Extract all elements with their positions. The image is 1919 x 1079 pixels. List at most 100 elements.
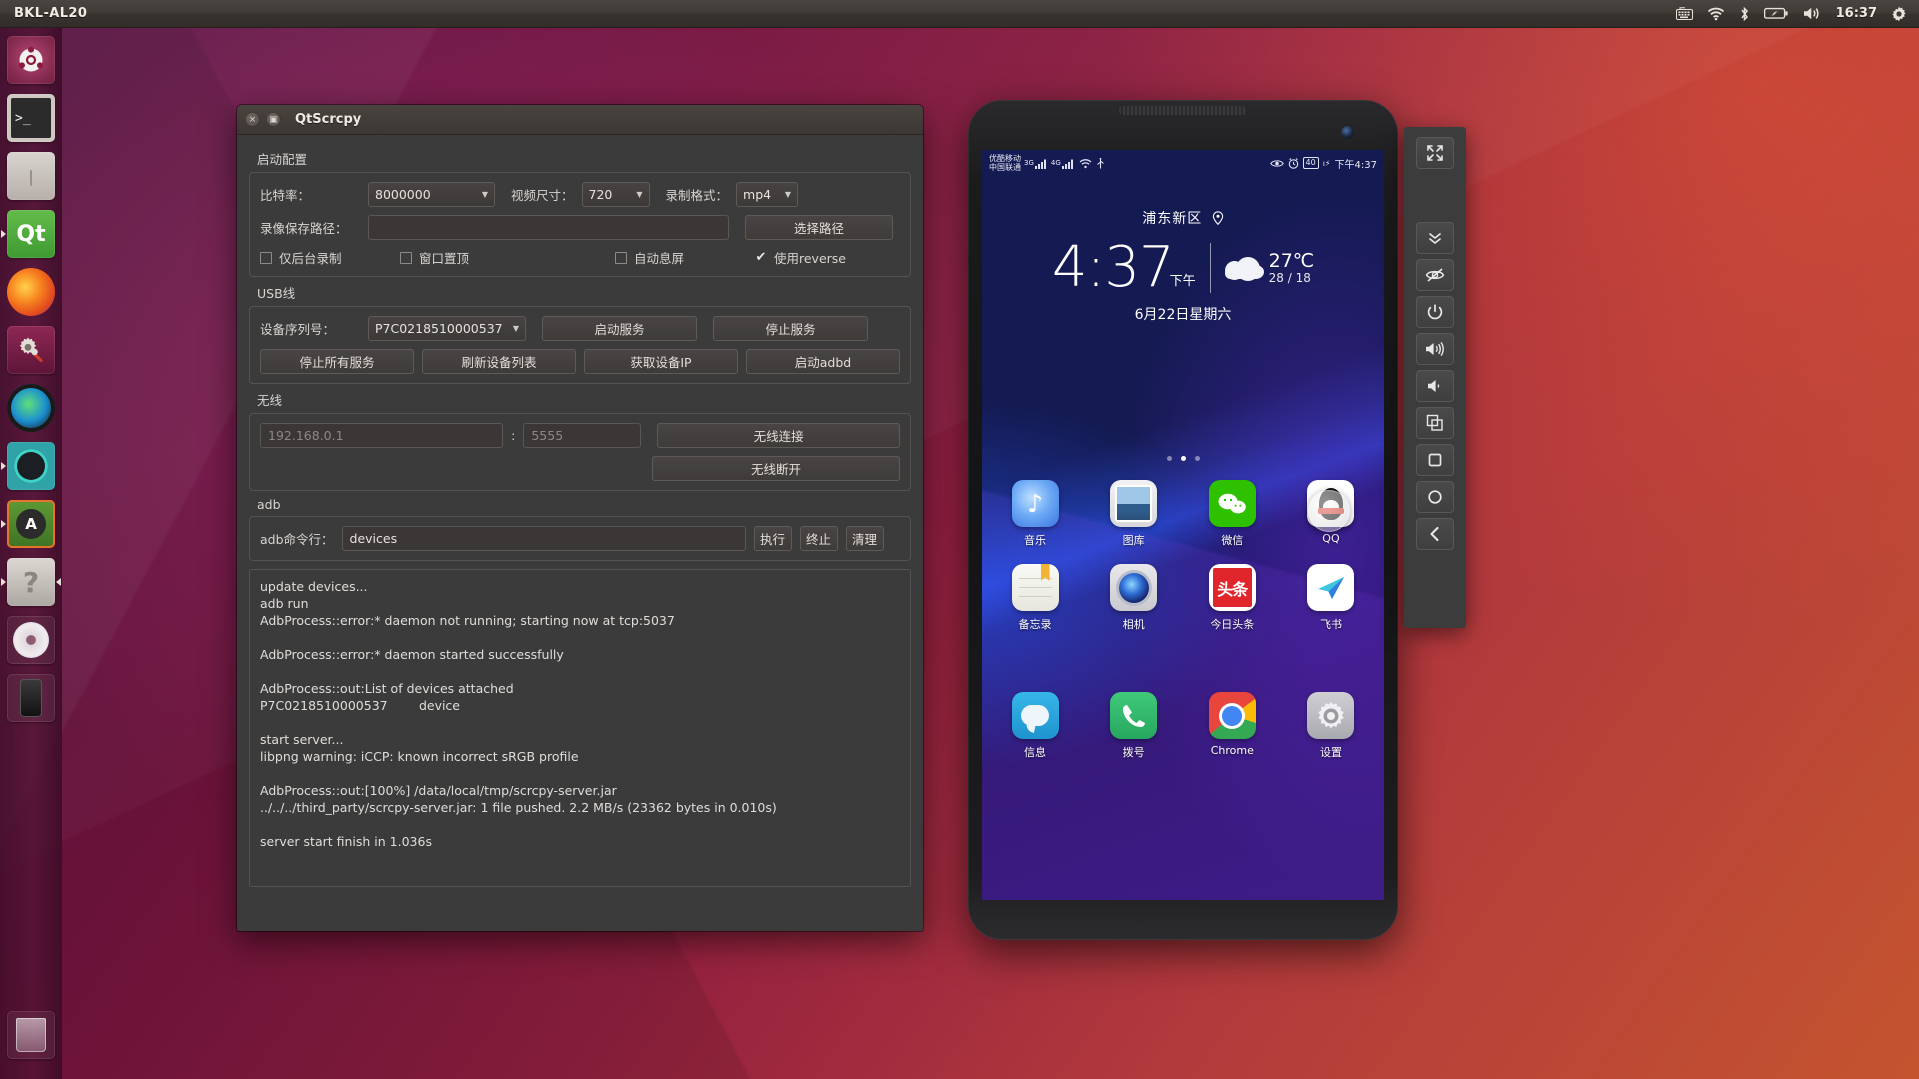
status-bar-right: 40 ı⚡ 下午4:37: [1269, 156, 1377, 171]
sidebar-item-qtcreator[interactable]: Qt: [0, 210, 62, 268]
notes-page-icon: [1011, 564, 1059, 611]
volume-up-icon[interactable]: [1416, 333, 1454, 365]
bitrate-label: 比特率：: [260, 188, 311, 203]
sidebar-item-camera-lens[interactable]: [0, 384, 62, 442]
app-label: 音乐: [1024, 534, 1046, 547]
app-icon-chrome[interactable]: Chrome: [1193, 692, 1271, 760]
checkbox-use-reverse[interactable]: ✔ 使用reverse: [755, 248, 846, 267]
stop-service-button[interactable]: 停止服务: [713, 316, 868, 341]
panel-clock[interactable]: 16:37: [1836, 6, 1877, 21]
app-icon-messages[interactable]: 信息: [996, 692, 1074, 760]
stop-all-services-button[interactable]: 停止所有服务: [260, 349, 414, 374]
sidebar-item-terminal[interactable]: >_: [0, 94, 62, 152]
clock-row: 4:37 下午 27℃ 28 / 18: [982, 240, 1384, 296]
back-icon[interactable]: [1416, 518, 1454, 550]
app-icon-notes[interactable]: 备忘录: [996, 564, 1074, 632]
app-icon-camera[interactable]: 相机: [1095, 564, 1173, 632]
app-switch-icon[interactable]: [1416, 407, 1454, 439]
wifi-icon[interactable]: [1707, 7, 1725, 21]
device-serial-combo[interactable]: P7C0218510000537 ▼: [368, 316, 526, 341]
sidebar-item-ubuntu-dash[interactable]: [0, 36, 62, 94]
wireless-disconnect-button[interactable]: 无线断开: [652, 456, 900, 481]
app-icon-settings[interactable]: 设置: [1292, 692, 1370, 760]
checkbox-always-on-top[interactable]: 窗口置顶: [400, 248, 615, 267]
carrier-line-2: 中国联通: [989, 163, 1021, 172]
sidebar-item-software-updater[interactable]: A: [0, 500, 62, 558]
sidebar-item-krita[interactable]: [0, 442, 62, 500]
fullscreen-icon[interactable]: [1416, 137, 1454, 169]
volume-icon[interactable]: [1802, 6, 1822, 21]
format-label: 录制格式：: [665, 188, 729, 203]
page-dot-active[interactable]: [1180, 456, 1186, 461]
power-icon[interactable]: [1416, 296, 1454, 328]
question-mark-icon: ?: [7, 558, 55, 606]
expand-notification-icon[interactable]: [1416, 222, 1454, 254]
maximize-icon[interactable]: ▣: [266, 112, 281, 127]
sidebar-item-trash[interactable]: [0, 1011, 62, 1069]
gear-icon[interactable]: [1891, 6, 1907, 22]
qt-logo-icon: Qt: [7, 210, 55, 258]
checkbox-auto-screen-off[interactable]: 自动息屏: [615, 248, 755, 267]
adb-group: adb命令行： devices 执行 终止 清理: [249, 516, 911, 561]
app-icon-dialer[interactable]: 拨号: [1095, 692, 1173, 760]
refresh-device-list-button[interactable]: 刷新设备列表: [422, 349, 576, 374]
assistive-touch-button[interactable]: [1308, 490, 1350, 532]
app-icon-wechat[interactable]: 微信: [1193, 480, 1271, 548]
adb-clear-button[interactable]: 清理: [845, 526, 884, 551]
choose-path-button[interactable]: 选择路径: [745, 215, 893, 240]
battery-charging-icon[interactable]: [1763, 7, 1788, 20]
wireless-ip-input[interactable]: 192.168.0.1: [260, 423, 504, 448]
checkbox-background-record[interactable]: 仅后台录制: [260, 248, 400, 267]
app-row-2: 备忘录 相机 头条 今日头条 飞书: [996, 564, 1370, 632]
log-output[interactable]: update devices... adb run AdbProcess::er…: [249, 569, 911, 887]
wireless-connect-button[interactable]: 无线连接: [657, 423, 900, 448]
page-dot[interactable]: [1166, 456, 1172, 461]
running-indicator-left: [1, 520, 6, 528]
stop-square-icon[interactable]: [1416, 444, 1454, 476]
lock-time: 4:37: [1051, 235, 1175, 300]
terminal-prompt-icon: >_: [11, 98, 51, 138]
savepath-input[interactable]: [368, 215, 729, 240]
adb-stop-button[interactable]: 终止: [799, 526, 838, 551]
bluetooth-icon[interactable]: [1739, 6, 1750, 22]
wireless-port-input[interactable]: 5555: [523, 423, 642, 448]
toutiao-logo-icon: 头条: [1208, 564, 1256, 611]
adb-run-button[interactable]: 执行: [753, 526, 792, 551]
bitrate-value: 8000000: [375, 187, 431, 202]
app-label: Chrome: [1210, 744, 1254, 757]
wechat-bubbles-icon: [1208, 480, 1256, 527]
format-combo[interactable]: mp4 ▼: [736, 182, 799, 207]
home-circle-icon[interactable]: [1416, 481, 1454, 513]
startup-config-group: 比特率： 8000000 ▼ 视频尺寸： 720 ▼ 录制格式： mp4 ▼ 录…: [249, 172, 911, 277]
phone-screen[interactable]: 优酷移动 中国联通 3G 4G 40 ı⚡ 下午4:37 浦东新区 4:37 下…: [982, 150, 1384, 900]
app-label: QQ: [1322, 532, 1340, 545]
volume-down-icon[interactable]: [1416, 370, 1454, 402]
page-dot[interactable]: [1194, 456, 1200, 461]
sidebar-item-files[interactable]: [0, 152, 62, 210]
sidebar-item-disc[interactable]: [0, 616, 62, 674]
alarm-icon: [1288, 157, 1298, 169]
screen-off-icon[interactable]: [1416, 259, 1454, 291]
phone-clock: 下午4:37: [1334, 159, 1377, 171]
window-titlebar[interactable]: × ▣ QtScrcpy: [237, 105, 923, 135]
get-device-ip-button[interactable]: 获取设备IP: [584, 349, 738, 374]
bitrate-combo[interactable]: 8000000 ▼: [368, 182, 495, 207]
app-icon-gallery[interactable]: 图库: [1095, 480, 1173, 548]
sidebar-item-device[interactable]: [0, 674, 62, 732]
start-adbd-button[interactable]: 启动adbd: [746, 349, 900, 374]
app-icon-feishu[interactable]: 飞书: [1292, 564, 1370, 632]
start-service-button[interactable]: 启动服务: [542, 316, 697, 341]
videosize-combo[interactable]: 720 ▼: [581, 182, 650, 207]
running-indicator-left: [1, 230, 6, 238]
sidebar-item-firefox[interactable]: [0, 268, 62, 326]
app-icon-music[interactable]: ♪ 音乐: [996, 480, 1074, 548]
sidebar-item-help[interactable]: ?: [0, 558, 62, 616]
close-icon[interactable]: ×: [245, 112, 260, 127]
device-serial-value: P7C0218510000537: [375, 321, 503, 336]
videosize-label: 视频尺寸：: [511, 188, 574, 203]
focused-indicator-right: [56, 578, 61, 586]
keyboard-indicator-icon[interactable]: [1675, 7, 1693, 20]
sidebar-item-tweak-tool[interactable]: [0, 326, 62, 384]
app-icon-toutiao[interactable]: 头条 今日头条: [1193, 564, 1271, 632]
adb-command-input[interactable]: devices: [341, 526, 746, 551]
